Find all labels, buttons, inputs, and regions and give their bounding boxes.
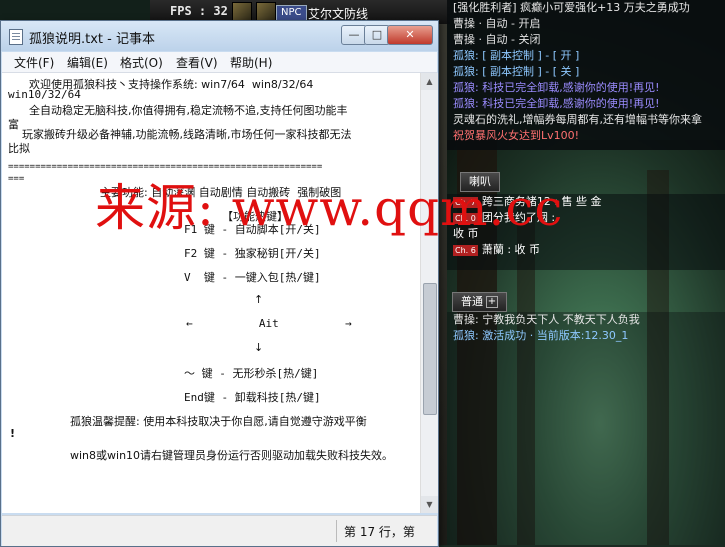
text-line: 比拟: [8, 142, 30, 155]
scroll-up-icon[interactable]: ▲: [421, 73, 438, 90]
skill-slot-icon[interactable]: [256, 2, 276, 22]
chat-message-text: 收 币: [453, 227, 479, 240]
chat-message: 孤狼: [ 副本控制 ] - [ 关 ]: [447, 64, 725, 80]
vertical-scrollbar[interactable]: ▲ ▼: [420, 73, 438, 513]
title-bar[interactable]: 孤狼说明.txt - 记事本 — □ ✕: [1, 21, 438, 51]
chat-message: Ch. 6 萧蘭 : 收 币: [447, 242, 725, 258]
text-line: ～ 键 - 无形秒杀[热/键]: [184, 367, 319, 380]
chat-message: 孤狼: 科技已完全卸载,感谢你的使用!再见!: [447, 80, 725, 96]
chat-message-text: 孤狼: [ 副本控制 ] - [ 关 ]: [453, 65, 580, 78]
text-line: F2 键 - 独家秘钥[开/关]: [184, 247, 321, 260]
add-tab-icon[interactable]: +: [486, 296, 498, 308]
arrow-up-icon: ↑: [254, 293, 264, 306]
chat-message: 孤狼: [ 副本控制 ] - [ 开 ]: [447, 48, 725, 64]
chat-message-text: 孤狼: [ 副本控制 ] - [ 开 ]: [453, 49, 580, 62]
chat-message-text: 灵魂石的洗礼,增幅券每周都有,还有增幅书等你来拿: [453, 113, 702, 126]
status-divider: [336, 520, 337, 542]
notepad-icon: [9, 29, 23, 45]
normal-chat-panel[interactable]: 曹操: 宁教我负天下人 不教天下人负我 孤狼: 激活成功 · 当前版本:12.30…: [447, 312, 725, 545]
chat-message: 灵魂石的洗礼,增幅券每周都有,还有增幅书等你来拿: [447, 112, 725, 128]
chat-message: 孤狼: 激活成功 · 当前版本:12.30_1: [447, 328, 725, 344]
chat-message: [强化胜利者] 疯癫小可爱强化+13 万夫之勇成功: [447, 0, 725, 16]
chat-message-text: 团分我约了烟 :: [481, 211, 556, 224]
text-line: win8或win10请右键管理员身份运行否则驱动加载失败科技失效。: [70, 449, 394, 462]
chat-message: 孤狼: 科技已完全卸载,感谢你的使用!再见!: [447, 96, 725, 112]
scroll-down-icon[interactable]: ▼: [421, 496, 438, 513]
channel-badge: Ch. 6: [453, 244, 478, 256]
chat-message-text: 孤狼: 科技已完全卸载,感谢你的使用!再见!: [453, 97, 660, 110]
chat-message-text: 萧蘭 : 收 币: [481, 243, 541, 256]
text-line: End键 - 卸载科技[热/键]: [184, 391, 321, 404]
chat-message-text: 孤狼: 激活成功 · 当前版本:12.30_1: [453, 329, 629, 342]
chat-message: Ch. 7 跨三商务褚12 : 售 些 金: [447, 194, 725, 210]
text-line: 孤狼温馨提醒: 使用本科技取决于你自愿,请自觉遵守游戏平衡: [70, 415, 367, 428]
tab-horn[interactable]: 喇叭: [460, 172, 500, 192]
text-line: 全自动稳定无脑科技,你值得拥有,稳定流畅不追,支持任何图功能丰: [8, 104, 348, 117]
chat-message-text: 跨三商务褚12 : 售 些 金: [481, 195, 602, 208]
chat-message-text: 曹操 · 自动 - 关闭: [453, 33, 541, 46]
system-chat-panel[interactable]: [强化胜利者] 疯癫小可爱强化+13 万夫之勇成功 曹操 · 自动 - 开启 曹操 …: [447, 0, 725, 150]
tab-normal[interactable]: 普通 +: [452, 292, 507, 312]
tab-normal-label: 普通: [461, 295, 483, 308]
status-bar: 第 17 行，第: [2, 515, 437, 546]
skill-slot-icon[interactable]: [232, 2, 252, 22]
fps-counter: FPS : 32: [170, 4, 228, 18]
chat-message-text: 曹操 · 自动 - 开启: [453, 17, 541, 30]
notepad-window[interactable]: 孤狼说明.txt - 记事本 — □ ✕ 文件(F) 编辑(E) 格式(O) 查…: [0, 20, 439, 547]
scrollbar-thumb[interactable]: [423, 283, 437, 415]
chat-message: Ch. 0 团分我约了烟 :: [447, 210, 725, 226]
arrow-down-icon: ↓: [254, 341, 264, 354]
window-title: 孤狼说明.txt - 记事本: [29, 32, 155, 47]
menu-view[interactable]: 查看(V): [176, 54, 218, 71]
horn-chat-panel[interactable]: Ch. 7 跨三商务褚12 : 售 些 金 Ch. 0 团分我约了烟 : 收 币 Ch.…: [447, 194, 725, 270]
channel-badge: Ch. 7: [453, 196, 478, 208]
text-line: ===: [8, 174, 25, 184]
text-line: ← Ait →: [186, 317, 352, 330]
text-line: 玩家搬砖升级必备神辅,功能流畅,线路清晰,市场任何一家科技都无法: [8, 128, 352, 141]
text-line: V 键 - 一键入包[热/键]: [184, 271, 321, 284]
chat-message-text: [强化胜利者] 疯癫小可爱强化+13 万夫之勇成功: [453, 1, 690, 14]
text-line: !: [10, 427, 16, 440]
chat-message-text: 祝贺暴风火女达到Lv100!: [453, 129, 580, 142]
menu-help[interactable]: 帮助(H): [230, 54, 272, 71]
chat-message: 祝贺暴风火女达到Lv100!: [447, 128, 725, 144]
chat-message: 曹操: 宁教我负天下人 不教天下人负我: [447, 312, 725, 328]
text-line: 主要功能: 自动深渊 自动剧情 自动搬砖 强制破图: [100, 186, 342, 199]
cursor-position: 第 17 行，第: [344, 525, 415, 539]
channel-badge: Ch. 0: [453, 212, 478, 224]
menu-edit[interactable]: 编辑(E): [67, 54, 108, 71]
menu-bar: 文件(F) 编辑(E) 格式(O) 查看(V) 帮助(H): [2, 52, 437, 73]
text-line: ========================================…: [8, 162, 323, 172]
chat-message-text: 孤狼: 科技已完全卸载,感谢你的使用!再见!: [453, 81, 660, 94]
chat-message: 收 币: [447, 226, 725, 242]
npc-badge: NPC: [276, 5, 307, 21]
text-line: win10/32/64: [8, 88, 81, 101]
chat-message-text: 曹操: 宁教我负天下人 不教天下人负我: [453, 313, 640, 326]
text-editor[interactable]: 欢迎使用孤狼科技丶支持操作系统: win7/64 win8/32/64 win1…: [2, 73, 420, 513]
close-button[interactable]: ✕: [387, 25, 433, 45]
chat-message: 曹操 · 自动 - 开启: [447, 16, 725, 32]
menu-file[interactable]: 文件(F): [14, 54, 54, 71]
text-line: F1 键 - 自动脚本[开/关]: [184, 223, 321, 236]
menu-format[interactable]: 格式(O): [120, 54, 163, 71]
chat-message: 曹操 · 自动 - 关闭: [447, 32, 725, 48]
